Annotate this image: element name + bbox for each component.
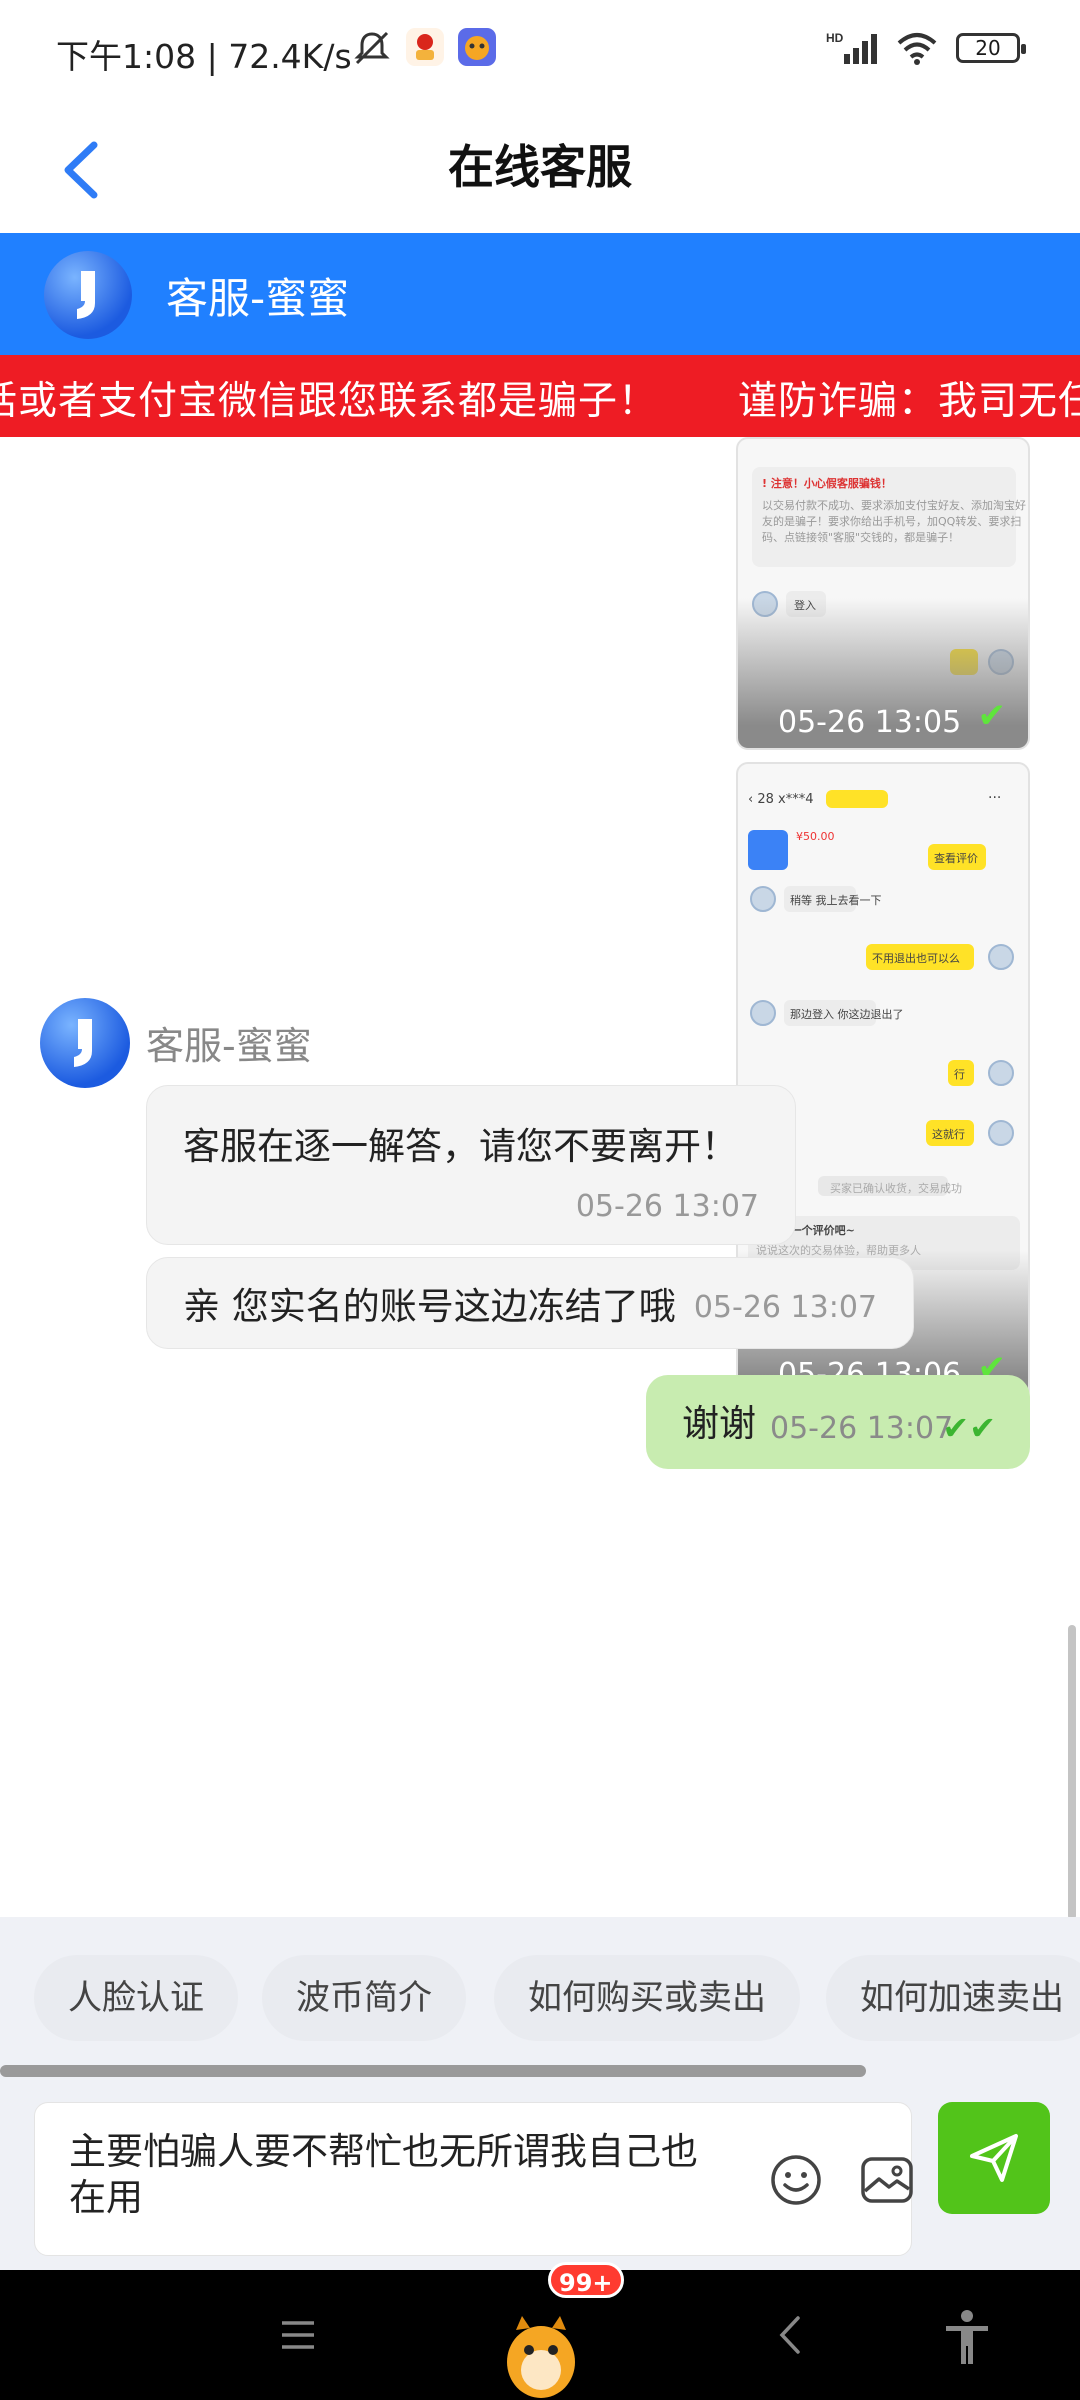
- image-message[interactable]: ! 注意！小心假客服骗钱！ 以交易付款不成功、要求添加支付宝好友、添加淘宝好 友…: [736, 437, 1030, 750]
- screenshot-avatar: [750, 886, 776, 912]
- incoming-message[interactable]: 客服在逐一解答，请您不要离开！ 05-26 13:07: [146, 1085, 796, 1245]
- message-time: 05-26 13:07: [575, 1189, 759, 1224]
- send-icon: [970, 2134, 1018, 2182]
- screenshot-avatar: [750, 1000, 776, 1026]
- input-bar: 主要怕骗人要不帮忙也无所谓我自己也在用: [0, 2102, 1080, 2270]
- message-text: 客服在逐一解答，请您不要离开！: [183, 1125, 738, 1168]
- send-button[interactable]: [938, 2102, 1050, 2214]
- message-input-text[interactable]: 主要怕骗人要不帮忙也无所谓我自己也在用: [69, 2129, 709, 2221]
- quick-reply-chip[interactable]: 人脸认证: [34, 1955, 238, 2041]
- quick-reply-chip[interactable]: 如何购买或卖出: [494, 1955, 800, 2041]
- battery-icon: 20: [956, 33, 1026, 63]
- agent-name: 客服-蜜蜜: [166, 274, 350, 323]
- screenshot-avatar: [988, 1120, 1014, 1146]
- screenshot-product-image: [748, 830, 788, 870]
- app-mascot-icon: [458, 28, 496, 66]
- agent-avatar[interactable]: [40, 998, 130, 1088]
- outgoing-message[interactable]: 谢谢 05-26 13:07 ✔✔: [646, 1375, 1030, 1469]
- status-app-icons: [352, 28, 496, 68]
- quick-reply-chip[interactable]: 如何加速卖出: [826, 1955, 1080, 2041]
- message-time: 05-26 13:07: [770, 1411, 954, 1446]
- wifi-icon: [897, 33, 937, 65]
- app-notification-icon: [406, 28, 444, 66]
- screenshot-tag: [826, 790, 888, 808]
- read-check-icon: ✔: [977, 696, 1007, 736]
- page-title: 在线客服: [448, 140, 632, 194]
- screenshot-avatar: [988, 944, 1014, 970]
- notification-badge: 99+: [548, 2262, 624, 2298]
- quick-reply-bar[interactable]: 人脸认证 波币简介 如何购买或卖出 如何加速卖出: [0, 1917, 1080, 2102]
- incoming-message[interactable]: 亲 您实名的账号这边冻结了哦 05-26 13:07: [146, 1257, 914, 1349]
- agent-avatar: [44, 251, 132, 339]
- menu-icon[interactable]: [278, 2315, 318, 2355]
- status-right: HD 20: [826, 30, 1026, 66]
- system-nav-bar: [0, 2270, 1080, 2400]
- message-input[interactable]: 主要怕骗人要不帮忙也无所谓我自己也在用: [34, 2102, 915, 2256]
- agent-header: 客服-蜜蜜: [0, 233, 1080, 355]
- chat-scrollbar[interactable]: [1068, 1625, 1076, 1920]
- floating-mascot-icon[interactable]: [496, 2300, 586, 2400]
- quick-reply-scrollbar[interactable]: [0, 2065, 866, 2077]
- quick-reply-chip[interactable]: 波币简介: [262, 1955, 466, 2041]
- fraud-warning-text: 话或者支付宝微信跟您联系都是骗子！ 谨防诈骗：我司无任何线: [0, 379, 1080, 424]
- signal-icon: HD: [826, 31, 877, 64]
- nav-bar: 在线客服: [0, 105, 1080, 233]
- image-icon[interactable]: [859, 2153, 915, 2207]
- svg-text:HD: HD: [826, 31, 844, 45]
- status-time: 下午1:08 | 72.4K/s: [56, 37, 352, 76]
- screenshot-avatar: [988, 1060, 1014, 1086]
- mute-icon: [354, 31, 390, 65]
- read-check-icon: ✔✔: [942, 1409, 996, 1447]
- sender-name: 客服-蜜蜜: [146, 1024, 312, 1068]
- message-time: 05-26 13:07: [693, 1290, 877, 1325]
- fraud-warning-marquee: 话或者支付宝微信跟您联系都是骗子！ 谨防诈骗：我司无任何线: [0, 355, 1080, 437]
- status-bar: 下午1:08 | 72.4K/s HD 20: [0, 0, 1080, 105]
- nav-back-icon[interactable]: [770, 2310, 810, 2360]
- message-text: 谢谢: [682, 1402, 756, 1445]
- emoji-icon[interactable]: [769, 2153, 823, 2207]
- message-text: 亲 您实名的账号这边冻结了哦: [183, 1285, 676, 1328]
- image-timestamp: 05-26 13:05: [778, 705, 962, 740]
- accessibility-icon[interactable]: [942, 2308, 992, 2366]
- screenshot-content: ! 注意！小心假客服骗钱！ 以交易付款不成功、要求添加支付宝好友、添加淘宝好 友…: [752, 467, 1026, 567]
